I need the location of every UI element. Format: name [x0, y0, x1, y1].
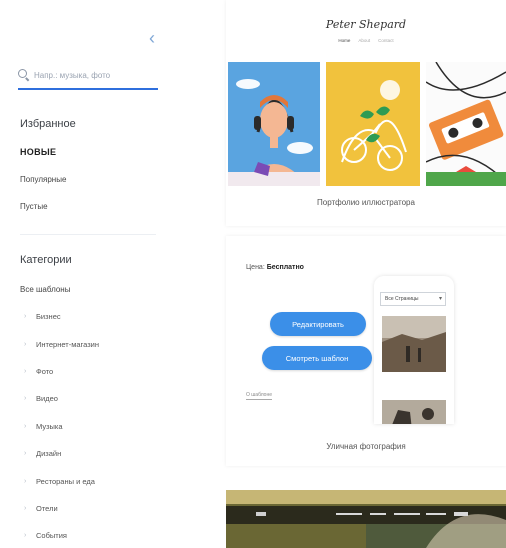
price-label: Цена: Бесплатно [246, 264, 304, 271]
category-video[interactable]: › Видео [24, 394, 58, 403]
sidebar: ‹ Избранное НОВЫЕ Популярные Пустые Кате… [0, 0, 180, 548]
sidebar-item-popular[interactable]: Популярные [20, 175, 66, 184]
chevron-left-icon[interactable]: ‹ [144, 28, 160, 48]
illustration-headphones [228, 62, 320, 186]
illustration-cassette [426, 62, 506, 186]
search-box[interactable] [18, 62, 158, 90]
edit-button[interactable]: Редактировать [270, 312, 366, 336]
category-hotels[interactable]: › Отели [24, 504, 58, 513]
category-design[interactable]: › Дизайн [24, 449, 61, 458]
template-preview-nav: Home About Contact [338, 38, 394, 43]
categories-heading: Категории [20, 254, 72, 266]
about-template-link[interactable]: О шаблоне [246, 392, 273, 400]
template-gallery: Peter Shepard Home About Contact Портфол… [226, 0, 506, 548]
category-photo[interactable]: › Фото [24, 367, 53, 376]
template-preview-banner [226, 490, 506, 548]
template-brand-title: Peter Shepard [325, 18, 407, 31]
preview-photo-second [382, 400, 446, 424]
search-icon [18, 69, 30, 81]
mobile-preview: Все Страницы [374, 276, 454, 424]
template-card-illustrator[interactable]: Peter Shepard Home About Contact Портфол… [226, 0, 506, 226]
search-input[interactable] [34, 70, 156, 80]
sidebar-divider [20, 234, 156, 235]
price-value: Бесплатно [266, 264, 304, 271]
category-business[interactable]: › Бизнес [24, 312, 61, 321]
preview-photo-street [382, 316, 446, 372]
view-template-button[interactable]: Смотреть шаблон [262, 346, 372, 370]
category-online-store[interactable]: › Интернет-магазин [24, 340, 99, 349]
template-card-partial[interactable] [226, 478, 506, 548]
template-card-street-photo[interactable]: Цена: Бесплатно Редактировать Смотреть ш… [226, 236, 506, 466]
featured-heading: Избранное [20, 118, 76, 130]
pages-dropdown[interactable]: Все Страницы [380, 292, 446, 306]
sidebar-item-all-templates[interactable]: Все шаблоны [20, 285, 70, 294]
template-caption: Уличная фотография [326, 442, 406, 451]
category-events[interactable]: › События [24, 531, 67, 540]
sidebar-item-blank[interactable]: Пустые [20, 202, 48, 211]
illustration-bicycle [326, 62, 420, 186]
category-restaurants[interactable]: › Рестораны и еда [24, 477, 95, 486]
category-music[interactable]: › Музыка [24, 422, 63, 431]
template-caption: Портфолио иллюстратора [317, 198, 415, 207]
sidebar-item-new[interactable]: НОВЫЕ [20, 147, 56, 157]
